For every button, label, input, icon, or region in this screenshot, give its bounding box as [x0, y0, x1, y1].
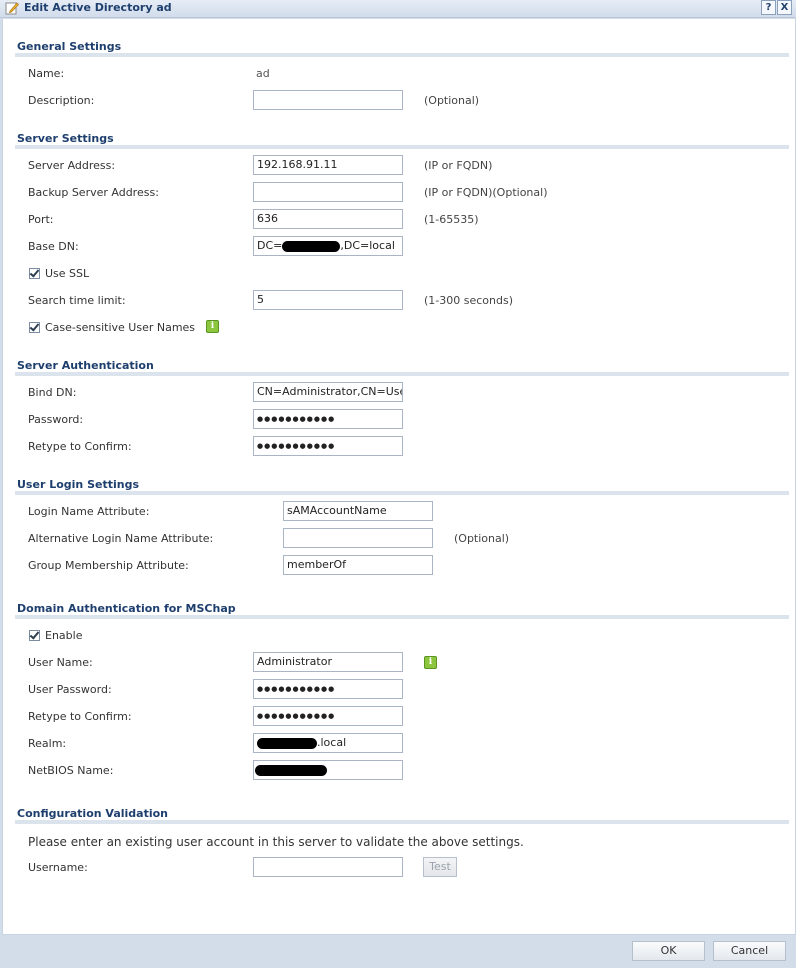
alt-login-attribute-label: Alternative Login Name Attribute:: [28, 532, 214, 545]
search-time-limit-input[interactable]: 5: [253, 290, 403, 310]
retype-password-input[interactable]: ●●●●●●●●●●●: [253, 436, 403, 456]
section-domain-authentication: Domain Authentication for MSChap: [17, 602, 236, 615]
case-sensitive-checkbox[interactable]: [29, 322, 40, 333]
login-name-attribute-input[interactable]: sAMAccountName: [283, 501, 433, 521]
info-icon[interactable]: i: [424, 656, 437, 669]
info-icon[interactable]: i: [206, 320, 219, 333]
backup-server-input[interactable]: [253, 182, 403, 202]
alt-login-attribute-hint: (Optional): [454, 532, 510, 545]
section-divider: [15, 145, 789, 149]
section-general-settings: General Settings: [17, 40, 122, 53]
test-button[interactable]: Test: [423, 857, 457, 877]
base-dn-suffix: ,DC=local: [340, 239, 395, 252]
group-membership-input[interactable]: memberOf: [283, 555, 433, 575]
port-hint: (1-65535): [424, 213, 479, 226]
use-ssl-label: Use SSL: [45, 267, 90, 280]
retype-password-label: Retype to Confirm:: [28, 440, 132, 453]
section-configuration-validation: Configuration Validation: [17, 807, 169, 820]
server-address-input[interactable]: 192.168.91.11: [253, 155, 403, 175]
section-divider: [15, 820, 789, 824]
case-sensitive-label: Case-sensitive User Names: [45, 321, 196, 334]
base-dn-label: Base DN:: [28, 240, 79, 253]
name-label: Name:: [28, 67, 65, 80]
server-address-label: Server Address:: [28, 159, 116, 172]
section-divider: [15, 615, 789, 619]
section-server-authentication: Server Authentication: [17, 359, 154, 372]
alt-login-attribute-input[interactable]: [283, 528, 433, 548]
user-name-input[interactable]: Administrator: [253, 652, 403, 672]
port-label: Port:: [28, 213, 54, 226]
name-value: ad: [256, 67, 270, 80]
close-button[interactable]: X: [777, 0, 792, 15]
enable-label: Enable: [45, 629, 83, 642]
redaction-mark: [257, 738, 317, 749]
ok-button[interactable]: OK: [632, 941, 705, 961]
search-time-limit-hint: (1-300 seconds): [424, 294, 514, 307]
section-divider: [15, 53, 789, 57]
redaction-mark: [282, 241, 340, 252]
login-name-attribute-label: Login Name Attribute:: [28, 505, 150, 518]
password-input[interactable]: ●●●●●●●●●●●: [253, 409, 403, 429]
retype-user-password-input[interactable]: ●●●●●●●●●●●: [253, 706, 403, 726]
help-button[interactable]: ?: [761, 0, 776, 15]
port-input[interactable]: 636: [253, 209, 403, 229]
redaction-mark: [255, 765, 327, 776]
section-server-settings: Server Settings: [17, 132, 114, 145]
base-dn-prefix: DC=: [257, 239, 283, 252]
title-bar: Edit Active Directory ad ? X: [0, 0, 796, 18]
description-hint: (Optional): [424, 94, 480, 107]
section-user-login-settings: User Login Settings: [17, 478, 139, 491]
retype-user-password-label: Retype to Confirm:: [28, 710, 132, 723]
bind-dn-input[interactable]: CN=Administrator,CN=Users: [253, 382, 403, 402]
netbios-name-label: NetBIOS Name:: [28, 764, 114, 777]
section-divider: [15, 372, 789, 376]
backup-server-hint: (IP or FQDN)(Optional): [424, 186, 548, 199]
window-title: Edit Active Directory ad: [24, 1, 172, 14]
password-label: Password:: [28, 413, 84, 426]
search-time-limit-label: Search time limit:: [28, 294, 126, 307]
cancel-button[interactable]: Cancel: [713, 941, 786, 961]
edit-pencil-icon: [5, 2, 19, 15]
realm-suffix: .local: [317, 736, 347, 749]
server-address-hint: (IP or FQDN): [424, 159, 493, 172]
realm-label: Realm:: [28, 737, 67, 750]
validation-username-label: Username:: [28, 861, 88, 874]
validation-username-input[interactable]: [253, 857, 403, 877]
section-divider: [15, 491, 789, 495]
user-name-label: User Name:: [28, 656, 93, 669]
enable-checkbox[interactable]: [29, 630, 40, 641]
use-ssl-checkbox[interactable]: [29, 268, 40, 279]
bind-dn-label: Bind DN:: [28, 386, 77, 399]
description-label: Description:: [28, 94, 95, 107]
description-input[interactable]: [253, 90, 403, 110]
group-membership-label: Group Membership Attribute:: [28, 559, 189, 572]
backup-server-label: Backup Server Address:: [28, 186, 159, 199]
user-password-label: User Password:: [28, 683, 112, 696]
validation-note: Please enter an existing user account in…: [28, 835, 524, 849]
user-password-input[interactable]: ●●●●●●●●●●●: [253, 679, 403, 699]
